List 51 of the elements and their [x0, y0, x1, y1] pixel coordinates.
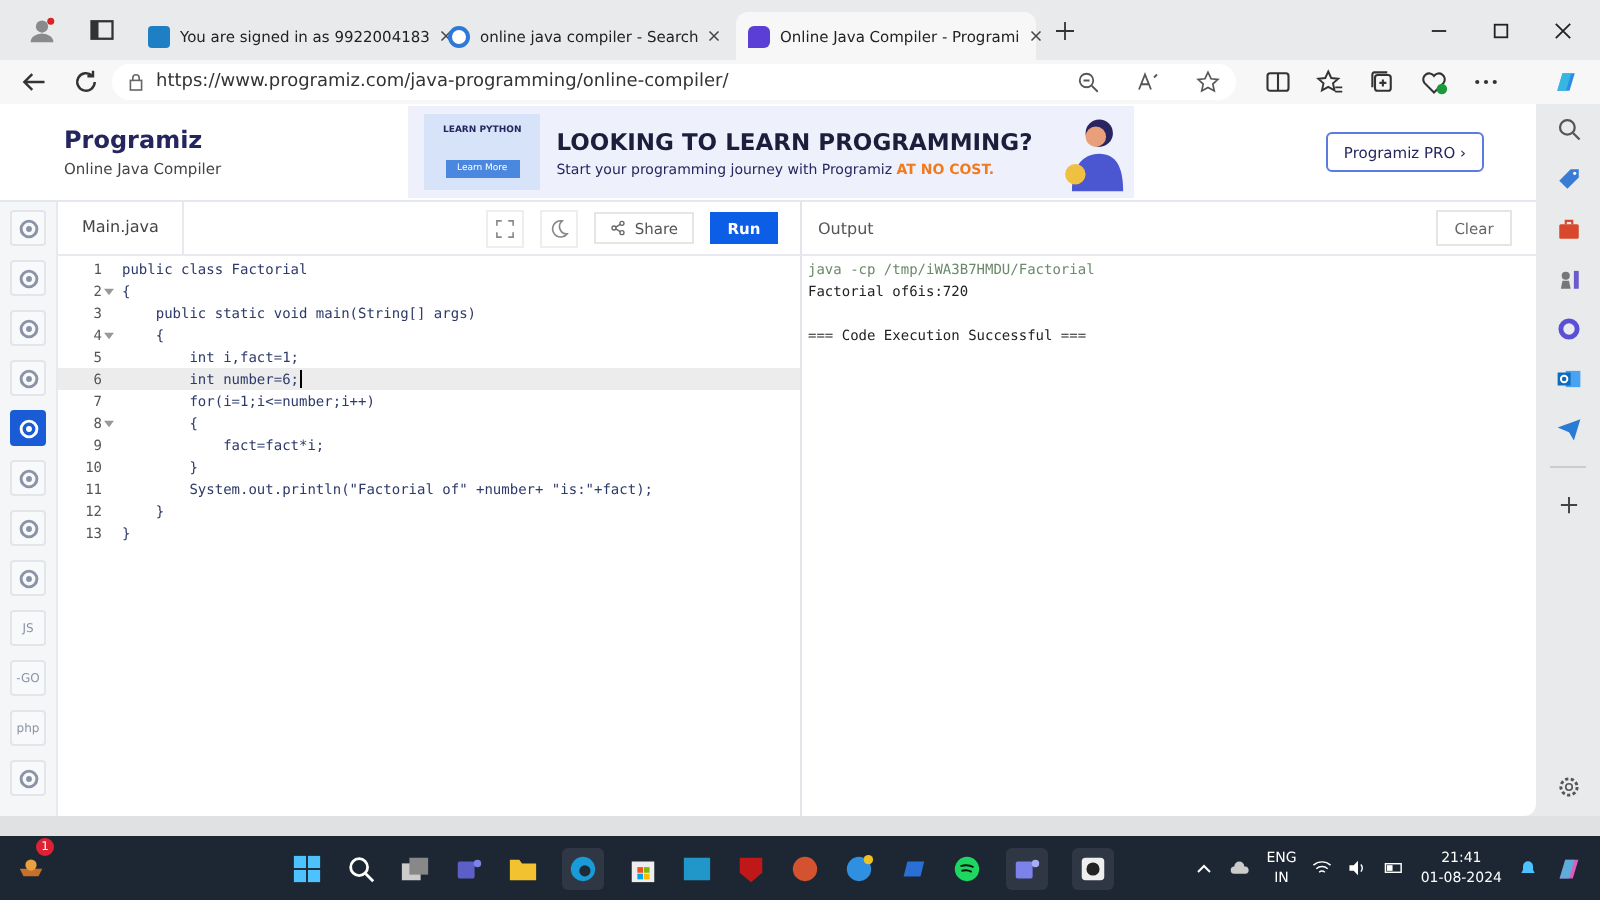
app-tile-icon[interactable]	[682, 853, 712, 883]
read-aloud-icon[interactable]	[1136, 70, 1160, 94]
back-icon[interactable]	[20, 68, 48, 96]
paper-plane-icon[interactable]	[1555, 416, 1581, 442]
dark-mode-icon[interactable]	[540, 209, 579, 247]
tab-actions-icon[interactable]	[88, 16, 116, 44]
ring-icon[interactable]	[1555, 316, 1581, 342]
chess-pieces-icon[interactable]	[1555, 266, 1581, 292]
close-icon[interactable]	[439, 30, 452, 42]
fullscreen-icon[interactable]	[486, 209, 525, 247]
fold-arrow-icon[interactable]	[104, 287, 114, 295]
close-icon[interactable]	[1029, 30, 1042, 42]
close-icon[interactable]	[1554, 21, 1572, 39]
wifi-icon[interactable]	[1312, 858, 1333, 878]
briefcase-icon[interactable]	[1555, 216, 1581, 242]
battery-icon[interactable]	[1384, 858, 1405, 878]
banner-headline: LOOKING TO LEARN PROGRAMMING?	[556, 127, 1033, 155]
file-tab[interactable]: Main.java	[58, 202, 185, 254]
heart-pulse-icon[interactable]	[1420, 68, 1448, 96]
settings-icon[interactable]	[1555, 774, 1581, 800]
task-view-icon[interactable]	[400, 853, 430, 883]
maximize-icon[interactable]	[1492, 21, 1510, 39]
programiz-logo[interactable]: Programiz	[64, 126, 408, 154]
spotify-icon[interactable]	[952, 853, 982, 883]
add-icon[interactable]	[1555, 492, 1581, 518]
close-icon[interactable]	[708, 30, 721, 42]
split-screen-icon[interactable]	[1264, 68, 1292, 96]
tag-icon[interactable]	[1555, 166, 1581, 192]
collections-icon[interactable]	[1368, 68, 1396, 96]
volume-icon[interactable]	[1348, 858, 1369, 878]
help-icon[interactable]	[844, 853, 874, 883]
app-window-icon[interactable]	[1072, 847, 1114, 889]
favorites-icon[interactable]	[1316, 68, 1344, 96]
bell-icon[interactable]	[1518, 858, 1538, 878]
start-icon[interactable]	[292, 853, 322, 883]
output-title: Output	[818, 219, 874, 237]
fold-arrow-icon[interactable]	[104, 419, 114, 427]
profile-icon[interactable]	[28, 16, 56, 44]
favorite-star-icon[interactable]	[1196, 70, 1220, 94]
shield-icon[interactable]	[736, 853, 766, 883]
share-icon	[610, 220, 627, 236]
search-icon[interactable]	[1555, 116, 1581, 142]
cloud-icon[interactable]	[1230, 858, 1251, 878]
search-icon[interactable]	[346, 853, 376, 883]
outlook-icon[interactable]	[1555, 366, 1581, 392]
lock-icon[interactable]	[128, 72, 144, 92]
new-tab-icon[interactable]	[1056, 21, 1074, 39]
address-bar[interactable]: https://www.programiz.com/java-programming/online-compiler/	[112, 64, 1236, 100]
zoom-out-icon[interactable]	[1076, 70, 1100, 94]
refresh-icon[interactable]	[72, 68, 100, 96]
fold-arrow-icon[interactable]	[104, 331, 114, 339]
